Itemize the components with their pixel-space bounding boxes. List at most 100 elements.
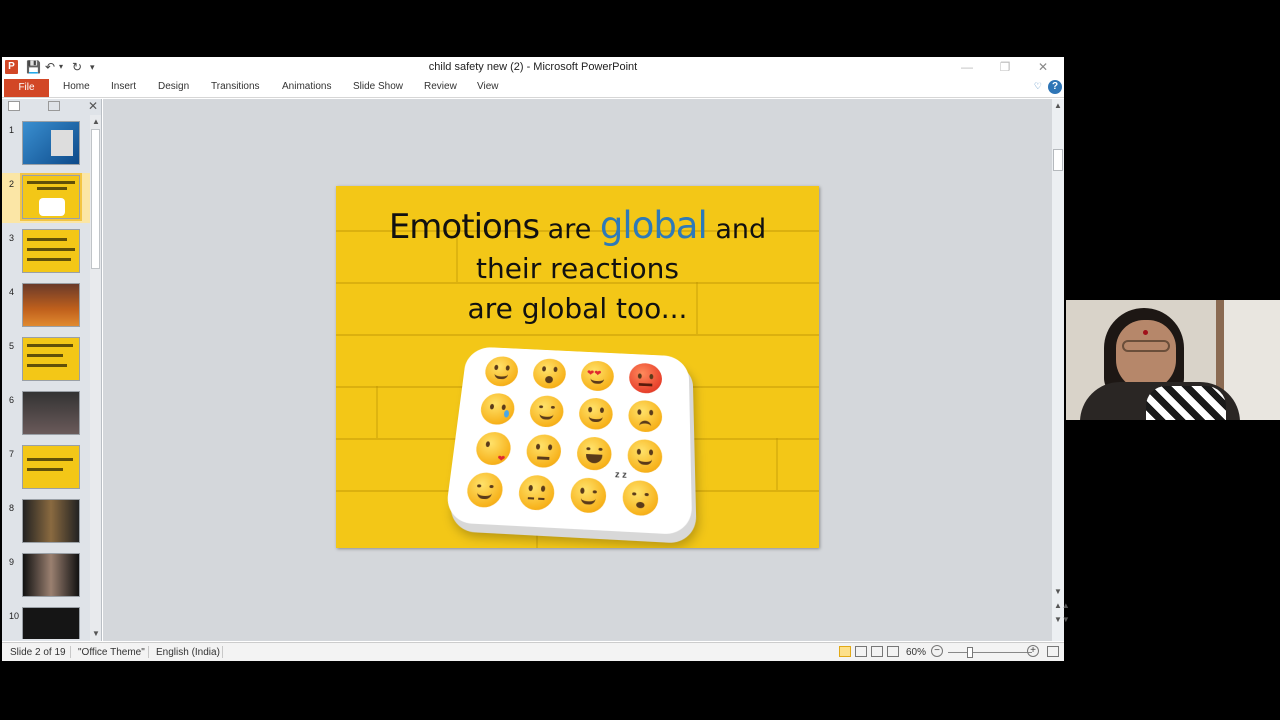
thumbnail-number: 3	[9, 233, 15, 243]
zoom-level[interactable]: 60%	[906, 647, 926, 658]
pane-scrollbar-thumb[interactable]	[91, 129, 100, 269]
emoji-icon	[465, 471, 505, 509]
slide-thumbnail[interactable]	[22, 121, 80, 165]
brick-line	[776, 438, 778, 490]
fit-to-window-icon[interactable]	[1047, 646, 1059, 657]
slide-title-line3[interactable]: are global too...	[336, 292, 819, 325]
emoji-icon	[628, 399, 663, 433]
ribbon-tab-bar: File Home Insert Design Transitions Anim…	[2, 78, 1064, 98]
tab-insert[interactable]: Insert	[111, 81, 136, 92]
zoom-in-button[interactable]: +	[1027, 645, 1039, 657]
close-icon[interactable]: ✕	[1033, 60, 1053, 74]
slide-title-line2[interactable]: their reactions	[336, 252, 819, 285]
thumbnail-row[interactable]: 7	[2, 443, 90, 493]
status-divider	[222, 646, 223, 658]
thumbnail-text	[27, 354, 63, 357]
thumbnail-number: 4	[9, 287, 15, 297]
language-indicator[interactable]: English (India)	[156, 647, 220, 658]
status-bar: Slide 2 of 19 "Office Theme" English (In…	[2, 642, 1064, 661]
previous-slide-icon[interactable]: ▲▲	[1054, 601, 1070, 610]
status-divider	[148, 646, 149, 658]
tab-design[interactable]: Design	[158, 81, 189, 92]
reading-view-icon[interactable]	[871, 646, 883, 657]
thumbnail-number: 1	[9, 125, 15, 135]
slide-thumbnail[interactable]	[20, 173, 82, 221]
slide-thumbnail[interactable]	[22, 283, 80, 327]
scroll-up-icon[interactable]: ▲	[92, 117, 100, 126]
thumbnail-row[interactable]: 3	[2, 227, 90, 277]
slide-thumbnail[interactable]	[22, 553, 80, 597]
canvas-scrollbar[interactable]: ▲ ▼ ▲▲ ▼▼	[1052, 99, 1070, 641]
zoom-out-button[interactable]: −	[931, 645, 943, 657]
emoji-icon	[483, 355, 520, 387]
tab-file[interactable]: File	[4, 79, 49, 97]
emoji-board-image[interactable]: ❤❤ ❤ z z	[444, 346, 693, 536]
slide-thumbnail[interactable]	[22, 229, 80, 273]
slide-show-view-icon[interactable]	[887, 646, 899, 657]
thumbnail-number: 5	[9, 341, 15, 351]
slide-title-line1[interactable]: Emotions are global and	[336, 204, 819, 247]
slide-thumbnail[interactable]	[22, 337, 80, 381]
restore-icon[interactable]: ❐	[995, 60, 1015, 74]
pane-header: ✕	[2, 99, 102, 115]
thumbnail-number: 9	[9, 557, 15, 567]
tab-slide-show[interactable]: Slide Show	[353, 81, 403, 92]
thumbnail-row-selected[interactable]: 2	[2, 173, 90, 223]
minimize-icon[interactable]: —	[957, 60, 977, 74]
thumbnail-text	[27, 468, 63, 471]
slide-sorter-view-icon[interactable]	[855, 646, 867, 657]
tab-home[interactable]: Home	[63, 81, 90, 92]
help-icon[interactable]: ?	[1048, 80, 1062, 94]
slide-word-emotions: Emotions	[388, 207, 540, 247]
slide-thumbnail[interactable]	[22, 499, 80, 543]
webcam-presenter-glasses	[1122, 340, 1170, 352]
emoji-icon	[628, 362, 663, 395]
slide-thumbnail[interactable]	[22, 445, 80, 489]
thumbnail-text	[27, 181, 75, 184]
zoom-slider-handle[interactable]	[967, 647, 973, 658]
minimize-ribbon-icon[interactable]: ♡	[1034, 81, 1042, 92]
tab-animations[interactable]: Animations	[282, 81, 331, 92]
thumbnail-row[interactable]: 6	[2, 389, 90, 439]
slide-editing-area[interactable]: Emotions are global and their reactions …	[103, 99, 1052, 641]
outline-tab-icon[interactable]	[48, 101, 60, 111]
title-bar: P 💾 ↶ ▾ ↻ ▾ child safety new (2) - Micro…	[2, 57, 1064, 78]
tab-view[interactable]: View	[477, 81, 499, 92]
brick-line	[376, 386, 378, 438]
slide-word-are: are	[539, 214, 600, 245]
brick-line	[336, 334, 819, 336]
thumbnail-row[interactable]: 9	[2, 551, 90, 601]
zoom-slider-track[interactable]	[948, 652, 1032, 653]
emoji-icon	[479, 392, 516, 426]
emoji-icon: ❤❤	[580, 360, 615, 392]
emoji-icon	[531, 357, 567, 390]
scroll-up-icon[interactable]: ▲	[1054, 101, 1062, 110]
thumbnail-row[interactable]: 10	[2, 605, 90, 639]
webcam-video-overlay	[1066, 300, 1280, 420]
thumbnail-number: 6	[9, 395, 15, 405]
current-slide[interactable]: Emotions are global and their reactions …	[336, 186, 819, 548]
thumbnail-row[interactable]: 4	[2, 281, 90, 331]
emoji-icon: z z	[615, 469, 659, 517]
slides-tab-icon[interactable]	[8, 101, 20, 111]
scroll-down-icon[interactable]: ▼	[92, 629, 100, 638]
tab-transitions[interactable]: Transitions	[211, 81, 260, 92]
thumbnail-number: 10	[9, 611, 20, 621]
theme-name[interactable]: "Office Theme"	[78, 647, 145, 658]
next-slide-icon[interactable]: ▼▼	[1054, 615, 1070, 624]
thumbnail-row[interactable]: 5	[2, 335, 90, 385]
scroll-down-icon[interactable]: ▼	[1054, 587, 1062, 596]
close-pane-icon[interactable]: ✕	[88, 99, 98, 113]
canvas-scrollbar-thumb[interactable]	[1053, 149, 1063, 171]
emoji-icon	[517, 474, 556, 511]
thumbnail-row[interactable]: 8	[2, 497, 90, 547]
slide-thumbnail[interactable]	[22, 607, 80, 639]
slide-thumbnail[interactable]	[22, 391, 80, 435]
normal-view-icon[interactable]	[839, 646, 851, 657]
webcam-presenter-bindi	[1143, 330, 1148, 335]
thumbnail-photo	[51, 130, 73, 156]
tab-review[interactable]: Review	[424, 81, 457, 92]
thumbnail-list: 1 2 3 4 5 6 7 8 9 10	[2, 117, 90, 639]
thumbnail-row[interactable]: 1	[2, 119, 90, 169]
thumbnail-text	[27, 458, 73, 461]
